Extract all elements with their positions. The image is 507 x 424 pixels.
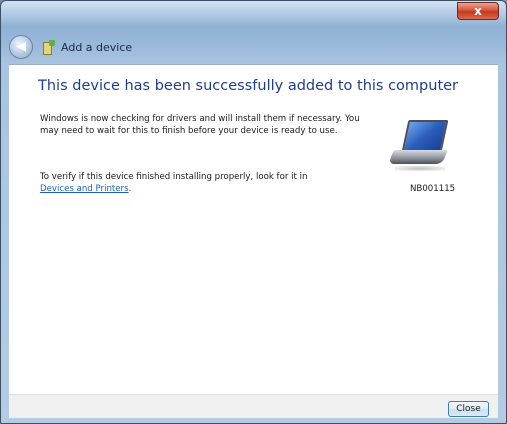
add-device-icon <box>42 40 56 55</box>
button-bar: Close <box>9 394 498 418</box>
close-button[interactable]: Close <box>448 401 489 417</box>
page-heading: This device has been successfully added … <box>38 78 459 94</box>
window-close-button[interactable]: x <box>457 2 499 20</box>
device-name: NB001115 <box>410 184 456 194</box>
devices-and-printers-link[interactable]: Devices and Printers <box>40 184 129 194</box>
nav-title-label: Add a device <box>61 40 133 54</box>
verify-text: To verify if this device finished instal… <box>40 172 308 182</box>
nav-title: Add a device <box>42 38 132 56</box>
back-arrow-icon: ◀ <box>16 39 26 54</box>
verify-period: . <box>128 184 132 194</box>
status-paragraph: Windows is now checking for drivers and … <box>40 114 360 136</box>
add-device-window: x ◀ Add a device This device has been su… <box>0 0 507 424</box>
back-button[interactable]: ◀ <box>9 35 33 59</box>
verify-paragraph: To verify if this device finished instal… <box>40 171 360 195</box>
content-panel: This device has been successfully added … <box>9 64 498 395</box>
laptop-icon <box>388 120 451 185</box>
